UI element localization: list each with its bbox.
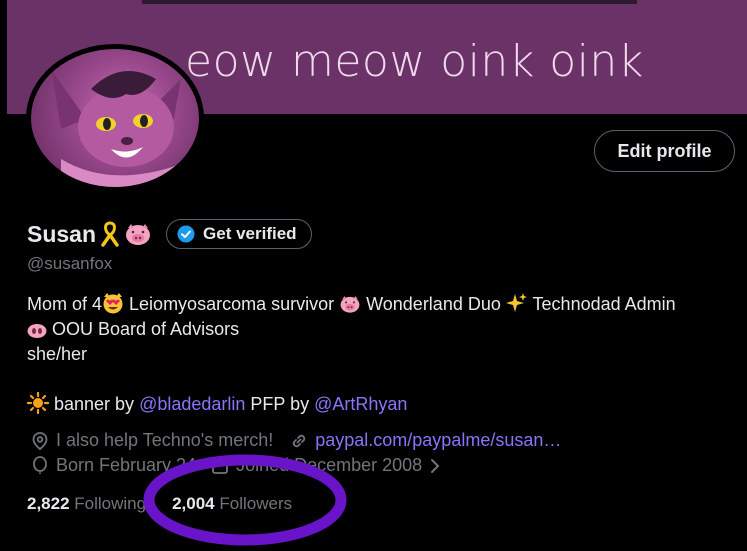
bio-text: Technodad Admin [527, 294, 676, 314]
handle: @susanfox [27, 254, 113, 273]
website-link[interactable]: paypal.com/paypalme/susan… [315, 430, 561, 451]
chevron-right-icon[interactable] [428, 456, 442, 476]
avatar-art [51, 69, 181, 187]
bio-line: banner by @bladedarlin PFP by @ArtRhyan [27, 392, 739, 417]
name-row: Susan Get verified [27, 218, 312, 250]
bio-line: OOU Board of Advisors [27, 317, 739, 342]
mention-link-artrhyan[interactable]: @ArtRhyan [314, 394, 407, 414]
followers-label: Followers [219, 494, 293, 513]
location-pin-icon [32, 431, 48, 450]
heart-eyes-emoji-icon [103, 293, 123, 314]
mention-link-bladedarlin[interactable]: @bladedarlin [139, 394, 245, 414]
following-link[interactable]: 2,822 Following [27, 494, 146, 513]
bio-text: Mom of 4 [27, 294, 103, 314]
get-verified-label: Get verified [203, 224, 297, 243]
calendar-icon [212, 458, 228, 474]
bio-line: Mom of 4 Leiomyosarcoma survivor Wonderl… [27, 292, 739, 317]
sparkles-icon [505, 293, 527, 312]
bio-blank-line [27, 367, 739, 392]
joined-text: Joined December 2008 [236, 455, 423, 475]
banner-text: eow meow oink oink [185, 36, 644, 87]
bio-text: banner by [49, 394, 140, 414]
following-label: Following [74, 494, 147, 513]
balloon-icon [33, 455, 47, 474]
profile-meta-row: I also help Techno's merch! paypal.com/p… [30, 430, 561, 451]
following-count: 2,822 [27, 494, 70, 513]
bio-text: PFP by [245, 394, 315, 414]
edit-profile-button[interactable]: Edit profile [594, 130, 735, 172]
profile-meta-row: Born February 24 Joined December 2008 [30, 455, 442, 476]
display-name: Susan [27, 220, 97, 247]
avatar[interactable] [26, 44, 204, 192]
get-verified-button[interactable]: Get verified [166, 219, 312, 249]
bio-line: she/her [27, 344, 88, 364]
bio-text: OOU Board of Advisors [47, 319, 240, 339]
follow-stats: 2,822 Following 2,004 Followers [27, 494, 292, 514]
bio-text: Leiomyosarcoma survivor [124, 294, 340, 314]
link-icon [293, 434, 306, 447]
sun-icon [27, 392, 49, 414]
awareness-ribbon-icon [101, 221, 119, 247]
pig-face-icon [126, 224, 151, 245]
bio: Mom of 4 Leiomyosarcoma survivor Wonderl… [27, 292, 739, 417]
followers-link[interactable]: 2,004 Followers [172, 494, 292, 513]
pig-nose-icon [27, 324, 47, 338]
verified-badge-icon [177, 225, 195, 243]
bio-text: Wonderland Duo [361, 294, 506, 314]
location-text: I also help Techno's merch! [56, 430, 274, 450]
banner-strip [142, 0, 637, 4]
followers-count: 2,004 [172, 494, 215, 513]
birthday-text: Born February 24 [56, 455, 197, 475]
pig-face-icon [340, 296, 360, 313]
